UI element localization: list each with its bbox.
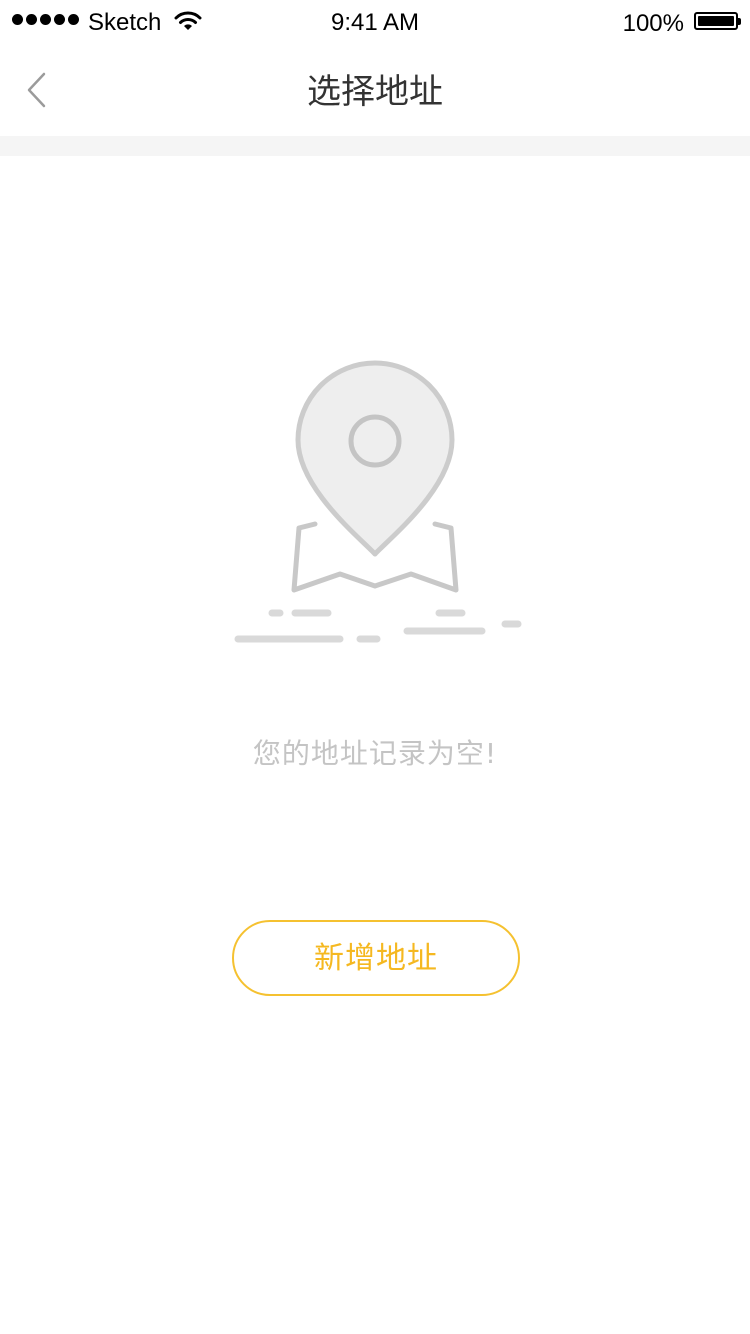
status-bar: Sketch 9:41 AM 100% <box>0 0 750 44</box>
header-divider <box>0 136 750 156</box>
battery-icon <box>694 12 741 30</box>
add-address-button[interactable]: 新增地址 <box>232 920 520 996</box>
map-pin-icon <box>234 360 522 643</box>
navigation-bar: 选择地址 <box>0 44 750 136</box>
page-title: 选择地址 <box>307 72 443 112</box>
empty-state-message: 您的地址记录为空! <box>252 737 498 770</box>
screen: Sketch 9:41 AM 100% 选择地址 您的地址记录为空! 新增地址 <box>0 0 750 1334</box>
battery-percentage: 100% <box>622 10 684 37</box>
